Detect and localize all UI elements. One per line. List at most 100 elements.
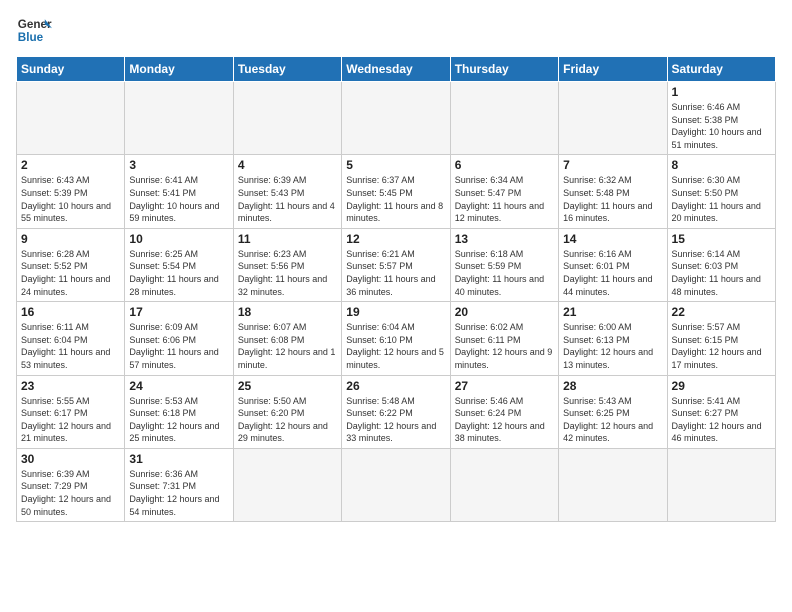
day-info: Sunrise: 5:46 AM Sunset: 6:24 PM Dayligh… xyxy=(455,395,554,445)
calendar-day-cell: 30Sunrise: 6:39 AM Sunset: 7:29 PM Dayli… xyxy=(17,448,125,521)
calendar-day-header: Sunday xyxy=(17,57,125,82)
calendar-day-cell: 8 Sunrise: 6:30 AM Sunset: 5:50 PM Daylig… xyxy=(667,155,775,228)
day-info: Sunrise: 6:43 AM Sunset: 5:39 PM Dayligh… xyxy=(21,174,120,224)
calendar-day-cell: 1Sunrise: 6:46 AM Sunset: 5:38 PM Daylig… xyxy=(667,82,775,155)
day-number: 7 xyxy=(563,158,662,172)
calendar-day-cell: 11 Sunrise: 6:23 AM Sunset: 5:56 PM Dayli… xyxy=(233,228,341,301)
calendar-day-cell: 24Sunrise: 5:53 AM Sunset: 6:18 PM Dayli… xyxy=(125,375,233,448)
calendar-day-header: Monday xyxy=(125,57,233,82)
calendar-week-row: 2 Sunrise: 6:43 AM Sunset: 5:39 PM Daylig… xyxy=(17,155,776,228)
calendar-day-cell: 31 Sunrise: 6:36 AM Sunset: 7:31 PM Dayli… xyxy=(125,448,233,521)
day-info: Sunrise: 6:21 AM Sunset: 5:57 PM Dayligh… xyxy=(346,248,445,298)
day-info: Sunrise: 5:43 AM Sunset: 6:25 PM Dayligh… xyxy=(563,395,662,445)
calendar-day-cell xyxy=(559,82,667,155)
calendar-day-cell: 17 Sunrise: 6:09 AM Sunset: 6:06 PM Dayli… xyxy=(125,302,233,375)
calendar-day-cell: 16Sunrise: 6:11 AM Sunset: 6:04 PM Dayli… xyxy=(17,302,125,375)
day-info: Sunrise: 6:09 AM Sunset: 6:06 PM Dayligh… xyxy=(129,321,228,371)
calendar-day-cell: 28Sunrise: 5:43 AM Sunset: 6:25 PM Dayli… xyxy=(559,375,667,448)
day-number: 26 xyxy=(346,379,445,393)
calendar-day-cell: 10 Sunrise: 6:25 AM Sunset: 5:54 PM Dayli… xyxy=(125,228,233,301)
calendar-day-cell: 19Sunrise: 6:04 AM Sunset: 6:10 PM Dayli… xyxy=(342,302,450,375)
day-info: Sunrise: 6:39 AM Sunset: 5:43 PM Dayligh… xyxy=(238,174,337,224)
logo: General Blue xyxy=(16,12,52,48)
day-number: 18 xyxy=(238,305,337,319)
page: General Blue SundayMondayTuesdayWednesda… xyxy=(0,0,792,612)
calendar-table: SundayMondayTuesdayWednesdayThursdayFrid… xyxy=(16,56,776,522)
day-number: 14 xyxy=(563,232,662,246)
calendar-day-cell: 2 Sunrise: 6:43 AM Sunset: 5:39 PM Daylig… xyxy=(17,155,125,228)
calendar-day-cell: 12 Sunrise: 6:21 AM Sunset: 5:57 PM Dayli… xyxy=(342,228,450,301)
calendar-week-row: 9Sunrise: 6:28 AM Sunset: 5:52 PM Daylig… xyxy=(17,228,776,301)
day-info: Sunrise: 5:48 AM Sunset: 6:22 PM Dayligh… xyxy=(346,395,445,445)
day-info: Sunrise: 6:14 AM Sunset: 6:03 PM Dayligh… xyxy=(672,248,771,298)
day-info: Sunrise: 6:39 AM Sunset: 7:29 PM Dayligh… xyxy=(21,468,120,518)
day-number: 23 xyxy=(21,379,120,393)
day-info: Sunrise: 6:07 AM Sunset: 6:08 PM Dayligh… xyxy=(238,321,337,371)
day-number: 2 xyxy=(21,158,120,172)
calendar-day-cell xyxy=(450,82,558,155)
day-info: Sunrise: 5:55 AM Sunset: 6:17 PM Dayligh… xyxy=(21,395,120,445)
day-info: Sunrise: 6:37 AM Sunset: 5:45 PM Dayligh… xyxy=(346,174,445,224)
day-number: 8 xyxy=(672,158,771,172)
day-number: 22 xyxy=(672,305,771,319)
day-number: 31 xyxy=(129,452,228,466)
day-info: Sunrise: 6:23 AM Sunset: 5:56 PM Dayligh… xyxy=(238,248,337,298)
calendar-day-cell: 27 Sunrise: 5:46 AM Sunset: 6:24 PM Dayli… xyxy=(450,375,558,448)
calendar-day-cell xyxy=(450,448,558,521)
day-info: Sunrise: 6:41 AM Sunset: 5:41 PM Dayligh… xyxy=(129,174,228,224)
calendar-day-cell: 20 Sunrise: 6:02 AM Sunset: 6:11 PM Dayli… xyxy=(450,302,558,375)
calendar-day-cell: 26 Sunrise: 5:48 AM Sunset: 6:22 PM Dayli… xyxy=(342,375,450,448)
day-info: Sunrise: 6:16 AM Sunset: 6:01 PM Dayligh… xyxy=(563,248,662,298)
calendar-day-header: Friday xyxy=(559,57,667,82)
day-number: 24 xyxy=(129,379,228,393)
calendar-day-header: Wednesday xyxy=(342,57,450,82)
day-number: 13 xyxy=(455,232,554,246)
day-info: Sunrise: 5:57 AM Sunset: 6:15 PM Dayligh… xyxy=(672,321,771,371)
calendar-header-row: SundayMondayTuesdayWednesdayThursdayFrid… xyxy=(17,57,776,82)
day-number: 6 xyxy=(455,158,554,172)
calendar-day-cell: 15 Sunrise: 6:14 AM Sunset: 6:03 PM Dayli… xyxy=(667,228,775,301)
calendar-day-cell xyxy=(17,82,125,155)
day-info: Sunrise: 6:30 AM Sunset: 5:50 PM Dayligh… xyxy=(672,174,771,224)
day-number: 20 xyxy=(455,305,554,319)
day-number: 25 xyxy=(238,379,337,393)
calendar-day-header: Tuesday xyxy=(233,57,341,82)
logo-icon: General Blue xyxy=(16,12,52,48)
day-number: 21 xyxy=(563,305,662,319)
calendar-day-cell: 7 Sunrise: 6:32 AM Sunset: 5:48 PM Daylig… xyxy=(559,155,667,228)
day-number: 11 xyxy=(238,232,337,246)
day-number: 12 xyxy=(346,232,445,246)
calendar-day-header: Saturday xyxy=(667,57,775,82)
calendar-day-cell xyxy=(125,82,233,155)
calendar-day-header: Thursday xyxy=(450,57,558,82)
calendar-day-cell xyxy=(342,448,450,521)
day-info: Sunrise: 6:18 AM Sunset: 5:59 PM Dayligh… xyxy=(455,248,554,298)
calendar-day-cell: 6Sunrise: 6:34 AM Sunset: 5:47 PM Daylig… xyxy=(450,155,558,228)
calendar-day-cell: 5 Sunrise: 6:37 AM Sunset: 5:45 PM Daylig… xyxy=(342,155,450,228)
header: General Blue xyxy=(16,12,776,48)
calendar-day-cell: 13 Sunrise: 6:18 AM Sunset: 5:59 PM Dayli… xyxy=(450,228,558,301)
calendar-week-row: 23 Sunrise: 5:55 AM Sunset: 6:17 PM Dayli… xyxy=(17,375,776,448)
day-number: 15 xyxy=(672,232,771,246)
day-number: 4 xyxy=(238,158,337,172)
day-info: Sunrise: 6:32 AM Sunset: 5:48 PM Dayligh… xyxy=(563,174,662,224)
day-info: Sunrise: 5:50 AM Sunset: 6:20 PM Dayligh… xyxy=(238,395,337,445)
calendar-day-cell: 29Sunrise: 5:41 AM Sunset: 6:27 PM Dayli… xyxy=(667,375,775,448)
calendar-week-row: 30Sunrise: 6:39 AM Sunset: 7:29 PM Dayli… xyxy=(17,448,776,521)
svg-text:Blue: Blue xyxy=(18,31,44,44)
day-number: 5 xyxy=(346,158,445,172)
calendar-day-cell xyxy=(233,82,341,155)
day-number: 27 xyxy=(455,379,554,393)
calendar-day-cell: 25 Sunrise: 5:50 AM Sunset: 6:20 PM Dayli… xyxy=(233,375,341,448)
day-info: Sunrise: 6:02 AM Sunset: 6:11 PM Dayligh… xyxy=(455,321,554,371)
day-info: Sunrise: 5:41 AM Sunset: 6:27 PM Dayligh… xyxy=(672,395,771,445)
calendar-day-cell: 22 Sunrise: 5:57 AM Sunset: 6:15 PM Dayli… xyxy=(667,302,775,375)
day-number: 19 xyxy=(346,305,445,319)
calendar-day-cell: 4 Sunrise: 6:39 AM Sunset: 5:43 PM Daylig… xyxy=(233,155,341,228)
day-info: Sunrise: 6:25 AM Sunset: 5:54 PM Dayligh… xyxy=(129,248,228,298)
calendar-day-cell: 3Sunrise: 6:41 AM Sunset: 5:41 PM Daylig… xyxy=(125,155,233,228)
day-number: 17 xyxy=(129,305,228,319)
day-info: Sunrise: 6:36 AM Sunset: 7:31 PM Dayligh… xyxy=(129,468,228,518)
day-number: 10 xyxy=(129,232,228,246)
day-number: 16 xyxy=(21,305,120,319)
